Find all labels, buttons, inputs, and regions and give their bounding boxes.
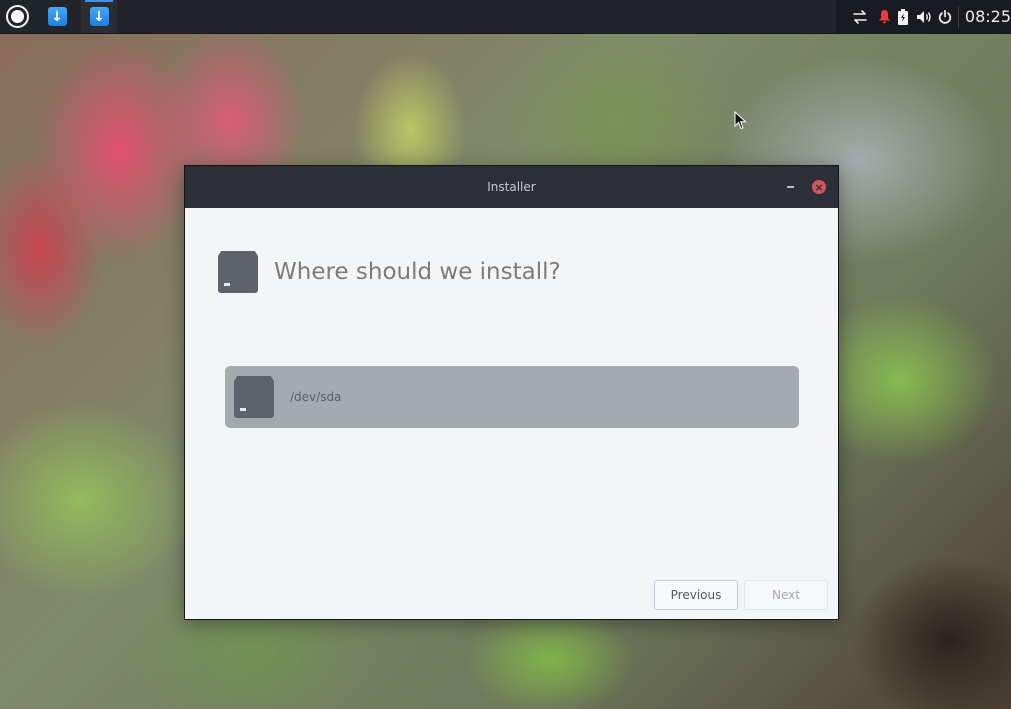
window-titlebar[interactable]: Installer × <box>185 166 838 208</box>
mouse-pointer-icon <box>734 111 747 130</box>
volume-icon[interactable] <box>915 0 934 33</box>
page-header: Where should we install? <box>218 251 561 293</box>
power-icon[interactable] <box>937 0 954 33</box>
battery-charging-icon[interactable] <box>896 0 911 33</box>
close-icon: × <box>814 180 824 194</box>
next-button[interactable]: Next <box>744 580 828 610</box>
hard-drive-icon <box>218 251 258 293</box>
hard-drive-icon <box>234 376 274 418</box>
notification-bell-icon[interactable] <box>876 0 891 33</box>
disk-label: /dev/sda <box>290 390 342 404</box>
taskbar: ↓ ↓ 08:25 <box>0 0 1011 34</box>
taskbar-item-installer-active[interactable]: ↓ <box>81 0 117 33</box>
download-arrow-icon: ↓ <box>47 7 67 26</box>
close-button[interactable]: × <box>812 180 826 194</box>
taskbar-item-installer[interactable]: ↓ <box>39 0 75 33</box>
page-title: Where should we install? <box>274 259 561 285</box>
launcher-circle-icon[interactable] <box>6 5 29 28</box>
network-transfer-icon[interactable] <box>849 0 870 33</box>
download-arrow-icon: ↓ <box>89 7 109 26</box>
system-tray: 08:25 <box>836 0 1011 33</box>
clock[interactable]: 08:25 <box>965 7 1011 26</box>
minimize-icon <box>787 186 794 188</box>
previous-button[interactable]: Previous <box>654 580 738 610</box>
window-title: Installer <box>487 180 536 194</box>
disk-list-item[interactable]: /dev/sda <box>225 366 799 428</box>
tray-divider <box>957 5 959 28</box>
installer-window: Installer × Where should we install? /de… <box>184 165 839 620</box>
